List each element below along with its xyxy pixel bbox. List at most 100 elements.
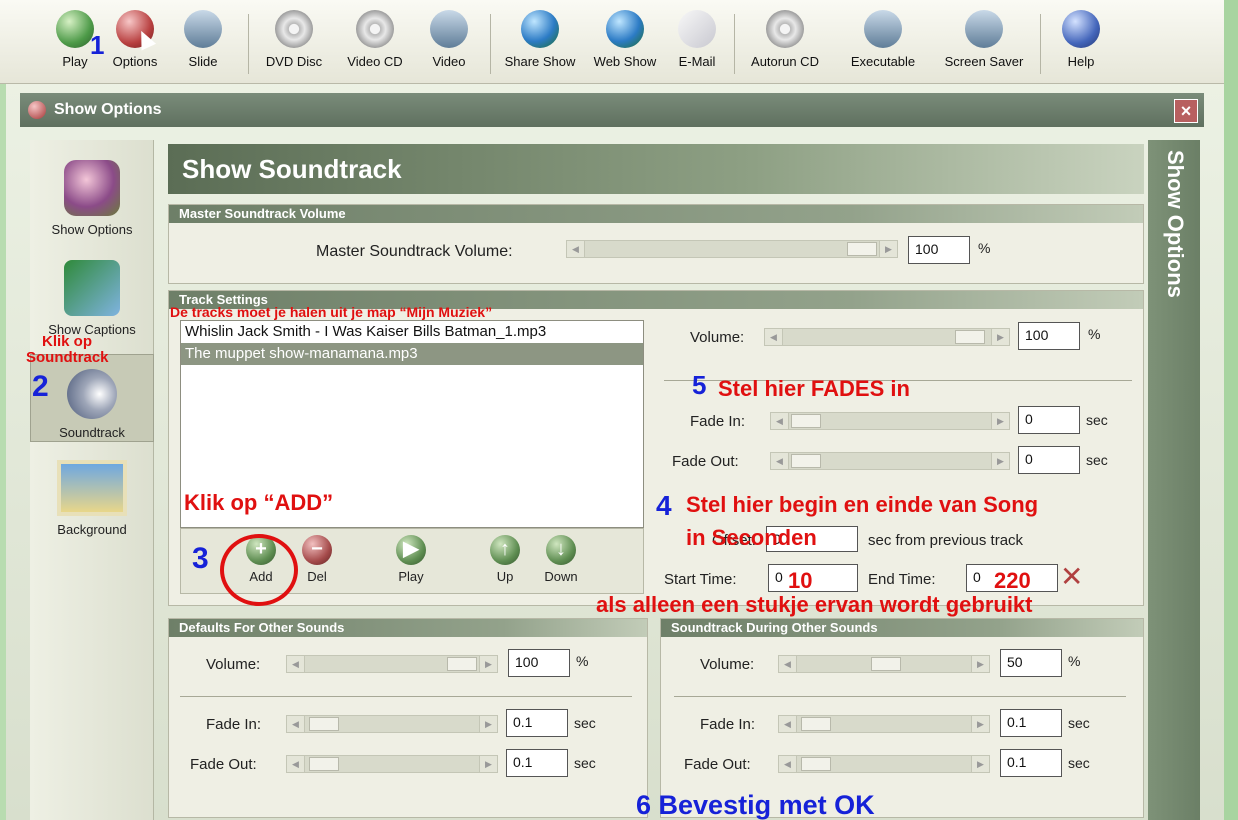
track-fade-in-label: Fade In: [690, 413, 746, 430]
toolbar-video-button[interactable]: Video [424, 8, 474, 80]
slider-left-arrow-icon[interactable]: ◀ [287, 756, 305, 772]
slider-thumb[interactable] [791, 414, 821, 428]
toolbar-email-button[interactable]: E-Mail [670, 8, 724, 80]
slider-left-arrow-icon[interactable]: ◀ [779, 656, 797, 672]
slider-right-arrow-icon[interactable]: ▶ [991, 329, 1009, 345]
arrow-up-icon: ↑ [490, 535, 520, 565]
toolbar-label: Video CD [347, 54, 403, 69]
during-fade-in-field[interactable]: 0.1 [1000, 709, 1062, 737]
slider-thumb[interactable] [801, 717, 831, 731]
offset-suffix: sec from previous track [868, 532, 1024, 549]
move-up-button[interactable]: ↑ Up [475, 535, 535, 584]
slider-left-arrow-icon[interactable]: ◀ [771, 413, 789, 429]
sidebar-item-label: Background [57, 522, 127, 537]
slider-right-arrow-icon[interactable]: ▶ [971, 656, 989, 672]
track-fade-out-slider[interactable]: ◀ ▶ [770, 452, 1010, 470]
page-title-bar: Show Soundtrack [168, 144, 1144, 194]
toolbar-share-show-button[interactable]: Share Show [496, 8, 584, 80]
help-icon [1062, 10, 1100, 48]
slider-left-arrow-icon[interactable]: ◀ [779, 756, 797, 772]
annotation-fades: Stel hier FADES in [718, 376, 910, 401]
slider-right-arrow-icon[interactable]: ▶ [971, 716, 989, 732]
sidebar-item-background[interactable]: Background [30, 460, 154, 537]
slider-left-arrow-icon[interactable]: ◀ [287, 656, 305, 672]
toolbar-autorun-cd-button[interactable]: Autorun CD [740, 8, 830, 80]
defaults-fade-out-field[interactable]: 0.1 [506, 749, 568, 777]
track-item-selected[interactable]: The muppet show-manamana.mp3 [181, 343, 643, 365]
slider-thumb[interactable] [955, 330, 985, 344]
slider-right-arrow-icon[interactable]: ▶ [479, 716, 497, 732]
during-volume-slider[interactable]: ◀ ▶ [778, 655, 990, 673]
defaults-fade-out-slider[interactable]: ◀ ▶ [286, 755, 498, 773]
during-fade-out-slider[interactable]: ◀ ▶ [778, 755, 990, 773]
toolbar-video-cd-button[interactable]: Video CD [338, 8, 412, 80]
master-volume-field[interactable]: 100 [908, 236, 970, 264]
unit-label: sec [574, 755, 596, 771]
unit-label: % [576, 653, 589, 669]
start-time-field[interactable]: 0 [768, 564, 858, 592]
toolbar-executable-button[interactable]: Executable [840, 8, 926, 80]
defaults-volume-slider[interactable]: ◀ ▶ [286, 655, 498, 673]
annotation-begin-einde: Stel hier begin en einde van Song [686, 492, 1039, 517]
toolbar-dvd-disc-button[interactable]: DVD Disc [256, 8, 332, 80]
toolbar-label: Executable [850, 54, 916, 69]
slider-right-arrow-icon[interactable]: ▶ [479, 756, 497, 772]
slider-right-arrow-icon[interactable]: ▶ [991, 413, 1009, 429]
clear-times-icon[interactable]: ✕ [1060, 560, 1083, 593]
toolbar-screen-saver-button[interactable]: Screen Saver [934, 8, 1034, 80]
slider-thumb[interactable] [801, 757, 831, 771]
slider-right-arrow-icon[interactable]: ▶ [879, 241, 897, 257]
track-fade-in-field[interactable]: 0 [1018, 406, 1080, 434]
slider-right-arrow-icon[interactable]: ▶ [479, 656, 497, 672]
button-label: Down [544, 569, 578, 584]
defaults-volume-field[interactable]: 100 [508, 649, 570, 677]
sidebar-item-label: Show Options [51, 222, 133, 237]
delete-icon: − [302, 535, 332, 565]
slider-thumb[interactable] [871, 657, 901, 671]
slider-left-arrow-icon[interactable]: ◀ [287, 716, 305, 732]
slider-left-arrow-icon[interactable]: ◀ [771, 453, 789, 469]
slider-left-arrow-icon[interactable]: ◀ [567, 241, 585, 257]
slider-left-arrow-icon[interactable]: ◀ [765, 329, 783, 345]
play-track-button[interactable]: ▶ Play [381, 535, 441, 584]
sidebar-item-show-captions[interactable]: Show Captions [30, 260, 154, 337]
defaults-fade-in-field[interactable]: 0.1 [506, 709, 568, 737]
close-button[interactable]: × [1174, 99, 1198, 123]
track-fade-in-slider[interactable]: ◀ ▶ [770, 412, 1010, 430]
divider [674, 696, 1126, 697]
sidebar-item-show-options[interactable]: Show Options [30, 160, 154, 237]
defaults-fade-in-slider[interactable]: ◀ ▶ [286, 715, 498, 733]
track-item[interactable]: Whislin Jack Smith - I Was Kaiser Bills … [181, 321, 643, 343]
video-icon [430, 10, 468, 48]
slider-thumb[interactable] [309, 717, 339, 731]
toolbar-web-show-button[interactable]: Web Show [586, 8, 664, 80]
during-fade-in-label: Fade In: [700, 716, 756, 733]
toolbar-label: E-Mail [678, 54, 716, 69]
during-fade-in-slider[interactable]: ◀ ▶ [778, 715, 990, 733]
toolbar-help-button[interactable]: Help [1056, 8, 1106, 80]
master-volume-slider[interactable]: ◀ ▶ [566, 240, 898, 258]
toolbar-separator [1040, 14, 1041, 74]
move-down-button[interactable]: ↓ Down [531, 535, 591, 584]
group-title: Soundtrack During Other Sounds [661, 619, 1143, 637]
track-fade-out-field[interactable]: 0 [1018, 446, 1080, 474]
slider-right-arrow-icon[interactable]: ▶ [971, 756, 989, 772]
during-volume-field[interactable]: 50 [1000, 649, 1062, 677]
slider-left-arrow-icon[interactable]: ◀ [779, 716, 797, 732]
show-captions-icon [64, 260, 120, 316]
window-title: Show Options [54, 101, 162, 118]
window-title-bar: Show Options [20, 93, 1204, 127]
slider-thumb[interactable] [447, 657, 477, 671]
slider-thumb[interactable] [309, 757, 339, 771]
toolbar-slide-button[interactable]: Slide [178, 8, 228, 80]
slider-thumb[interactable] [791, 454, 821, 468]
toolbar-separator [248, 14, 249, 74]
annotation-step-3: 3 [192, 542, 209, 575]
slider-thumb[interactable] [847, 242, 877, 256]
during-fade-out-field[interactable]: 0.1 [1000, 749, 1062, 777]
track-volume-field[interactable]: 100 [1018, 322, 1080, 350]
annotation-in-seconden: in Seconden [686, 525, 817, 550]
slider-right-arrow-icon[interactable]: ▶ [991, 453, 1009, 469]
toolbar-label: Help [1067, 54, 1095, 69]
track-volume-slider[interactable]: ◀ ▶ [764, 328, 1010, 346]
